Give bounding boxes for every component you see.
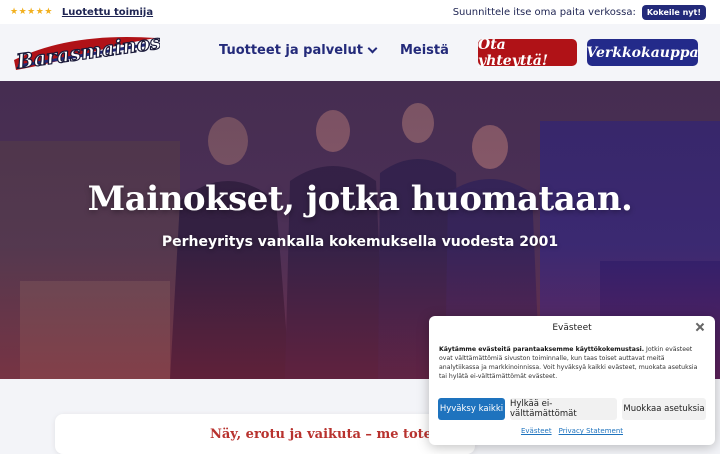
site-header: Barasmainos Tuotteet ja palvelut Meistä … <box>0 24 720 81</box>
cookies-link[interactable]: Evästeet <box>521 427 552 435</box>
deny-button[interactable]: Hylkää ei-välttämättömät <box>510 398 617 420</box>
accept-all-button[interactable]: Hyväksy kaikki <box>438 398 505 420</box>
cookie-text: Käytämme evästeitä parantaaksemme käyttö… <box>439 345 705 381</box>
nav-label: Tuotteet ja palvelut <box>219 43 363 58</box>
design-promo: Suunnittele itse oma paita verkossa: Kok… <box>452 4 706 20</box>
contact-button[interactable]: Ota yhteyttä! <box>478 37 577 69</box>
star-icon: ★ <box>18 7 27 17</box>
nav-label: Meistä <box>399 43 449 58</box>
section-title: Näy, erotu ja vaikuta – me toteuta <box>210 427 456 442</box>
cookie-banner: Evästeet Käytämme evästeitä parantaaksem… <box>429 316 715 445</box>
design-text: Suunnittele itse oma paita verkossa: <box>452 6 636 18</box>
preferences-button[interactable]: Muokkaa asetuksia <box>622 398 706 420</box>
star-icon: ★ <box>35 7 44 17</box>
cookie-buttons: Hyväksy kaikki Hylkää ei-välttämättömät … <box>438 398 706 420</box>
shop-button[interactable]: Verkkokauppa <box>586 39 699 66</box>
cookie-text-bold: Käytämme evästeitä parantaaksemme käyttö… <box>439 346 645 353</box>
close-icon[interactable] <box>695 322 705 332</box>
trusted-link[interactable]: Luotettu toimija <box>62 7 153 18</box>
hero-title: Mainokset, jotka huomataan. <box>87 179 633 219</box>
nav-about[interactable]: Meistä <box>400 43 449 58</box>
chevron-down-icon <box>367 43 378 54</box>
nav-products-services[interactable]: Tuotteet ja palvelut <box>219 43 378 58</box>
star-icon: ★ <box>27 7 35 17</box>
star-icon: ★ <box>10 7 18 17</box>
logo[interactable]: Barasmainos <box>10 30 160 74</box>
rating-stars: ★ ★ ★ ★ ★ <box>10 7 52 17</box>
svg-text:Barasmainos: Barasmainos <box>14 30 160 74</box>
star-icon: ★ <box>44 7 52 17</box>
try-now-button[interactable]: Kokeile nyt! <box>641 4 706 20</box>
top-bar: ★ ★ ★ ★ ★ Luotettu toimija Suunnittele i… <box>0 0 720 24</box>
privacy-statement-link[interactable]: Privacy Statement <box>559 427 623 435</box>
hero-subtitle: Perheyritys vankalla kokemuksella vuodes… <box>161 234 559 250</box>
cookie-title: Evästeet <box>552 323 592 333</box>
cookie-links: Evästeet Privacy Statement <box>429 427 715 435</box>
main-nav: Tuotteet ja palvelut Meistä <box>219 43 449 58</box>
